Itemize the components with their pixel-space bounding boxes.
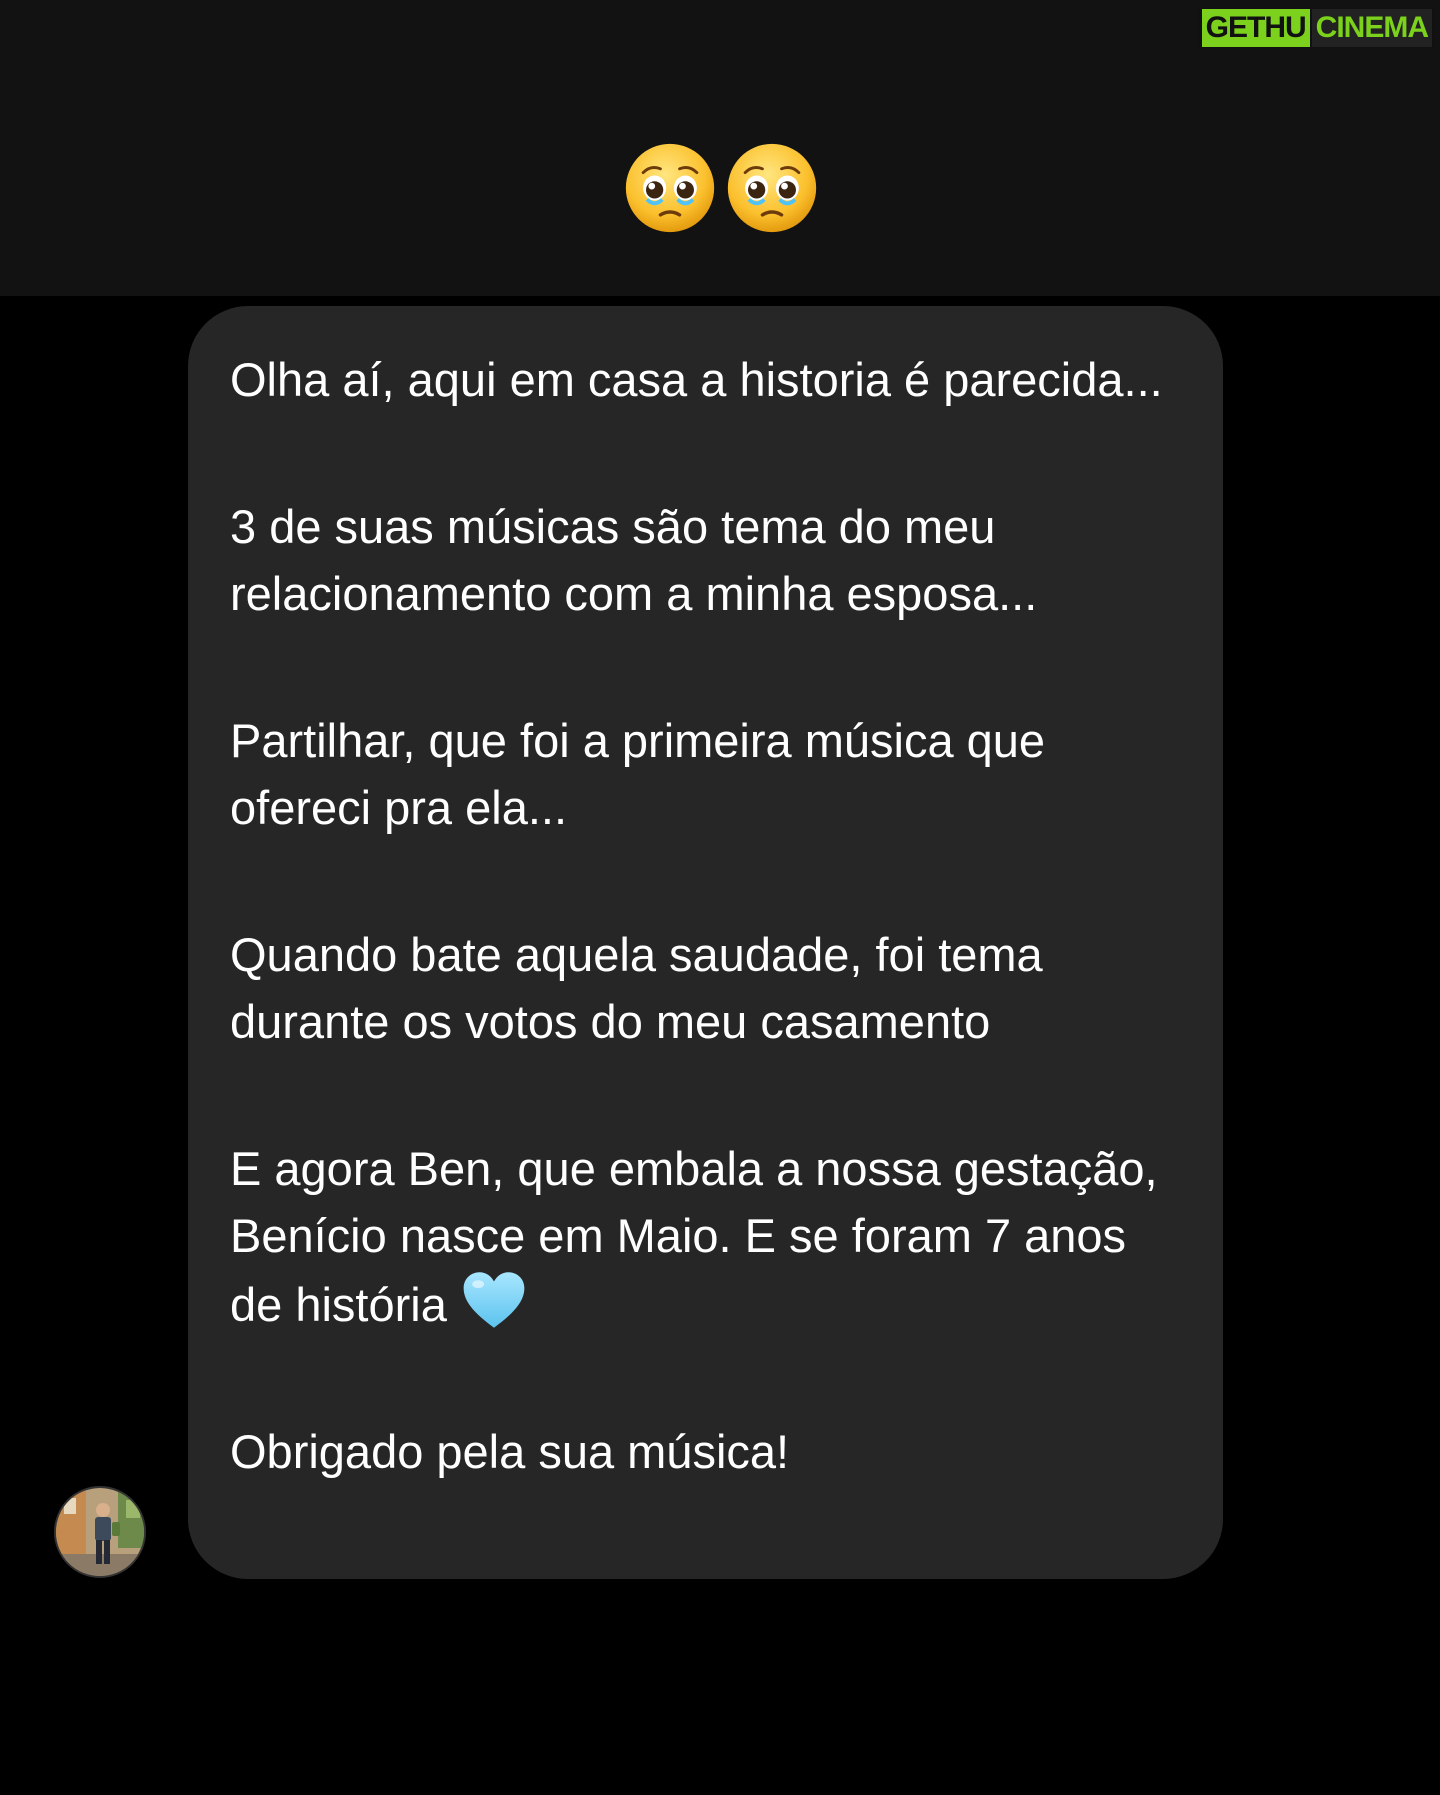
- watermark-part-b: CINEMA: [1311, 9, 1432, 47]
- watermark-part-a: GETHU: [1199, 7, 1312, 49]
- watermark-logo: GETHU CINEMA: [1197, 7, 1434, 49]
- avatar[interactable]: [54, 1486, 146, 1578]
- avatar-photo: [56, 1488, 144, 1576]
- dm-thread: GETHU CINEMA Olha aí, aqui em casa a his…: [0, 0, 1440, 1795]
- message-paragraph: 3 de suas músicas são tema do meu relaci…: [230, 500, 1038, 620]
- message-paragraph-with-heart: E agora Ben, que embala a nossa gestação…: [230, 1135, 1183, 1338]
- light-blue-heart-icon: [463, 1272, 525, 1328]
- message-paragraph: Partilhar, que foi a primeira música que…: [230, 714, 1046, 834]
- message-paragraph: Obrigado pela sua música!: [230, 1425, 790, 1478]
- pleading-face-icon: [727, 143, 817, 233]
- message-paragraph: Quando bate aquela saudade, foi tema dur…: [230, 928, 1043, 1048]
- message-paragraph-text: E agora Ben, que embala a nossa gestação…: [230, 1142, 1158, 1331]
- message-bubble[interactable]: Olha aí, aqui em casa a historia é parec…: [188, 306, 1223, 1579]
- pleading-face-icon: [625, 143, 715, 233]
- message-paragraph: Olha aí, aqui em casa a historia é parec…: [230, 353, 1163, 406]
- emoji-reaction: [622, 140, 820, 236]
